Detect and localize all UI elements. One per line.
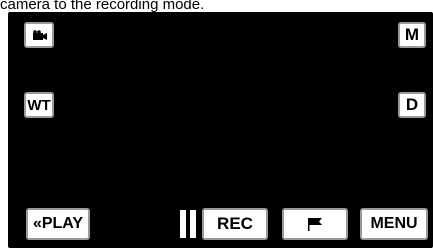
play-button[interactable]: «PLAY xyxy=(26,208,90,240)
display-button[interactable]: D xyxy=(398,92,426,118)
pause-icon xyxy=(180,210,196,238)
flag-icon xyxy=(308,218,322,231)
zoom-wt-button[interactable]: WT xyxy=(24,92,54,118)
video-camera-icon xyxy=(33,29,47,40)
manual-mode-button[interactable]: M xyxy=(398,22,426,48)
rec-button[interactable]: REC xyxy=(202,208,268,240)
camera-lcd-screen: M WT D «PLAY REC MENU xyxy=(8,12,433,248)
menu-button[interactable]: MENU xyxy=(360,208,428,240)
video-mode-button[interactable] xyxy=(24,22,54,48)
flag-button[interactable] xyxy=(282,208,348,240)
